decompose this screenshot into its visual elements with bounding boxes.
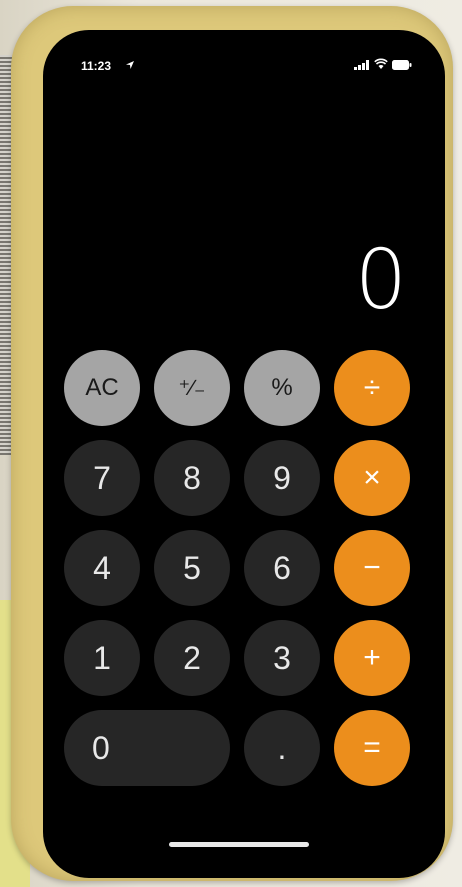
notch xyxy=(191,30,301,54)
minus-button[interactable]: − xyxy=(334,530,410,606)
digit-9-button[interactable]: 9 xyxy=(244,440,320,516)
digit-2-button[interactable]: 2 xyxy=(154,620,230,696)
digit-5-button[interactable]: 5 xyxy=(154,530,230,606)
status-bar: 11:23 xyxy=(43,30,445,90)
digit-7-button[interactable]: 7 xyxy=(64,440,140,516)
digit-8-button[interactable]: 8 xyxy=(154,440,230,516)
equals-button[interactable]: = xyxy=(334,710,410,786)
digit-4-button[interactable]: 4 xyxy=(64,530,140,606)
digit-1-button[interactable]: 1 xyxy=(64,620,140,696)
status-time: 11:23 xyxy=(81,59,112,73)
photo-scene: 11:23 0 AC ⁺∕₋ % ÷ 7 8 9 × 4 5 6 − 1 2 3… xyxy=(0,0,462,887)
cellular-signal-icon xyxy=(354,60,369,70)
calculator-display: 0 xyxy=(354,233,407,328)
divide-button[interactable]: ÷ xyxy=(334,350,410,426)
digit-6-button[interactable]: 6 xyxy=(244,530,320,606)
plus-button[interactable]: + xyxy=(334,620,410,696)
all-clear-button[interactable]: AC xyxy=(64,350,140,426)
digit-3-button[interactable]: 3 xyxy=(244,620,320,696)
phone-screen: 11:23 0 AC ⁺∕₋ % ÷ 7 8 9 × 4 5 6 − 1 2 3… xyxy=(43,30,445,878)
multiply-button[interactable]: × xyxy=(334,440,410,516)
battery-icon xyxy=(392,60,412,70)
phone-case: 11:23 0 AC ⁺∕₋ % ÷ 7 8 9 × 4 5 6 − 1 2 3… xyxy=(11,6,453,881)
digit-0-button[interactable]: 0 xyxy=(64,710,230,786)
percent-button[interactable]: % xyxy=(244,350,320,426)
wifi-icon xyxy=(374,58,388,69)
plus-minus-button[interactable]: ⁺∕₋ xyxy=(154,350,230,426)
decimal-button[interactable]: . xyxy=(244,710,320,786)
home-indicator[interactable] xyxy=(169,842,309,847)
location-arrow-icon xyxy=(126,61,134,69)
